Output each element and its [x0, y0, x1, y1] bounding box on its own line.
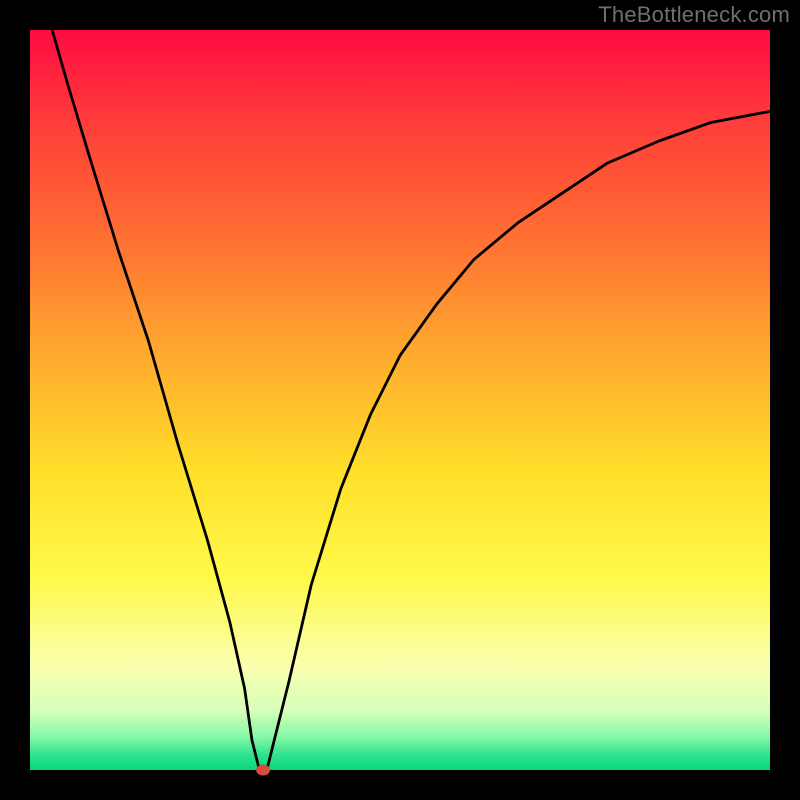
chart-container: TheBottleneck.com — [0, 0, 800, 800]
bottleneck-plot — [0, 0, 800, 800]
minimum-marker — [256, 765, 270, 776]
source-watermark: TheBottleneck.com — [598, 2, 790, 28]
